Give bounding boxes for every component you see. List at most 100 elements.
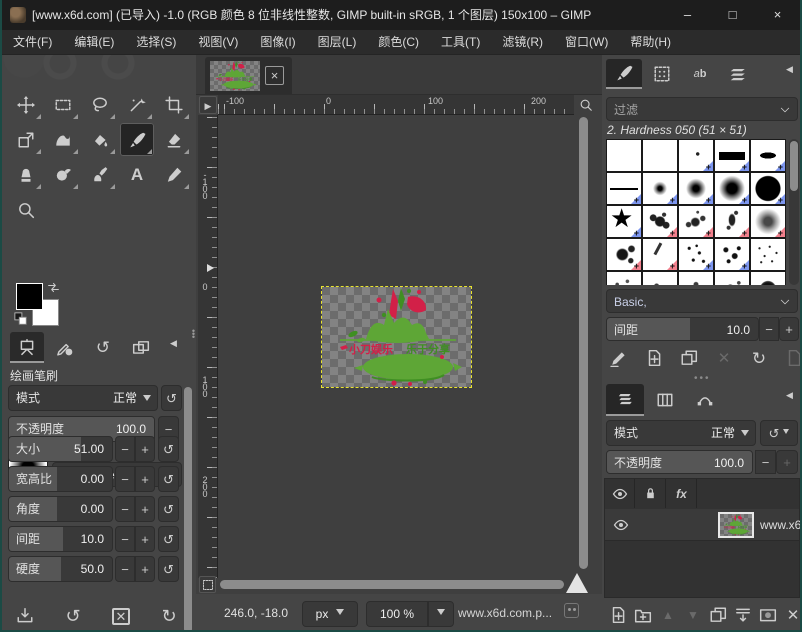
brush-cell-soft2[interactable]: + bbox=[678, 172, 714, 205]
layer-opacity-decrease-button[interactable]: − bbox=[755, 450, 776, 474]
dock-tab-undo-history[interactable]: ↺ bbox=[86, 332, 120, 363]
tab-fonts[interactable]: ab bbox=[682, 59, 718, 89]
horizontal-ruler[interactable]: -1000100200 bbox=[218, 95, 574, 115]
tab-paths[interactable] bbox=[686, 384, 724, 416]
eraser-tool[interactable] bbox=[157, 123, 191, 156]
delete-layer-button[interactable]: ✕ bbox=[781, 603, 802, 627]
dock-menu-right-icon[interactable]: ◀ bbox=[786, 65, 793, 74]
dock-tab-tool-options[interactable] bbox=[10, 332, 44, 363]
zoom-level-input[interactable]: 100 % bbox=[366, 601, 428, 627]
brush-cell-tex2[interactable] bbox=[642, 271, 678, 285]
宽高比-decrease-button[interactable]: − bbox=[115, 466, 135, 492]
menu-c[interactable]: 颜色(C) bbox=[367, 30, 430, 55]
brush-cell-specks[interactable] bbox=[750, 238, 786, 271]
角度-slider[interactable]: 角度0.00 bbox=[8, 496, 113, 522]
brush-cell-splat3[interactable]: + bbox=[714, 205, 750, 238]
move-tool[interactable] bbox=[9, 88, 43, 121]
raise-layer-button[interactable]: ▲ bbox=[656, 603, 680, 627]
brush-cell-splat1[interactable]: + bbox=[642, 205, 678, 238]
硬度-decrease-button[interactable]: − bbox=[115, 556, 135, 582]
save-preset-button[interactable] bbox=[14, 605, 36, 627]
宽高比-reset-button[interactable]: ↺ bbox=[158, 466, 179, 492]
间距-reset-button[interactable]: ↺ bbox=[158, 526, 179, 552]
menu-e[interactable]: 编辑(E) bbox=[63, 30, 125, 55]
大小-decrease-button[interactable]: − bbox=[115, 436, 135, 462]
new-group-button[interactable] bbox=[631, 603, 655, 627]
brush-cell-tex1[interactable] bbox=[606, 271, 642, 285]
paintbrush-tool[interactable] bbox=[120, 123, 154, 156]
quick-mask-toggle[interactable] bbox=[199, 576, 216, 593]
间距-decrease-button[interactable]: − bbox=[115, 526, 135, 552]
reset-preset-button[interactable]: ↻ bbox=[158, 605, 180, 627]
brush-filter-input[interactable]: 过滤 bbox=[606, 97, 798, 121]
warp-tool[interactable] bbox=[46, 123, 80, 156]
merge-down-button[interactable] bbox=[731, 603, 755, 627]
brush-cell-star[interactable]: ★+ bbox=[606, 205, 642, 238]
brush-cell-tex3[interactable] bbox=[678, 271, 714, 285]
new-layer-button[interactable] bbox=[606, 603, 630, 627]
dock-menu-left-icon[interactable]: ◀ bbox=[170, 339, 177, 348]
maximize-button[interactable]: □ bbox=[710, 0, 755, 30]
layer-mode-options-button[interactable]: ↺ bbox=[760, 420, 798, 446]
dock-grip-handle[interactable]: ••• bbox=[694, 373, 711, 384]
swap-colors-icon[interactable] bbox=[47, 281, 60, 294]
paint-mode-dropdown[interactable]: 模式 正常 bbox=[8, 385, 158, 411]
ruler-corner-menu-icon[interactable]: ▶ bbox=[199, 96, 217, 114]
大小-reset-button[interactable]: ↺ bbox=[158, 436, 179, 462]
menu-i[interactable]: 图像(I) bbox=[249, 30, 306, 55]
brush-cell-blobs[interactable]: + bbox=[714, 238, 750, 271]
spacing-decrease-button[interactable]: − bbox=[759, 317, 779, 341]
ink-tool[interactable] bbox=[83, 158, 117, 191]
spacing-increase-button[interactable]: + bbox=[779, 317, 799, 341]
transform-tool[interactable] bbox=[9, 123, 43, 156]
free-select-tool[interactable] bbox=[83, 88, 117, 121]
zoom-follow-icon[interactable] bbox=[577, 96, 595, 114]
image-tab[interactable]: 小刀娱乐 乐于分享 × bbox=[205, 57, 292, 94]
menu-v[interactable]: 视图(V) bbox=[187, 30, 249, 55]
crop-tool[interactable] bbox=[157, 88, 191, 121]
角度-reset-button[interactable]: ↺ bbox=[158, 496, 179, 522]
brush-cell-soft1[interactable]: + bbox=[642, 172, 678, 205]
大小-increase-button[interactable]: + bbox=[135, 436, 155, 462]
tool-options-vscrollbar[interactable] bbox=[184, 387, 192, 632]
canvas-vscrollbar[interactable] bbox=[578, 115, 589, 573]
zoom-dropdown[interactable] bbox=[428, 601, 454, 627]
default-colors-icon[interactable] bbox=[14, 312, 28, 326]
brush-cell-blank[interactable] bbox=[606, 139, 642, 172]
duplicate-layer-button[interactable] bbox=[706, 603, 730, 627]
smudge-tool[interactable] bbox=[46, 158, 80, 191]
zoom-tool[interactable] bbox=[9, 193, 43, 226]
间距-slider[interactable]: 间距10.0 bbox=[8, 526, 113, 552]
fuzzy-select-tool[interactable] bbox=[120, 88, 154, 121]
硬度-increase-button[interactable]: + bbox=[135, 556, 155, 582]
menu-t[interactable]: 工具(T) bbox=[430, 30, 491, 55]
layer-opacity-increase-button[interactable]: + bbox=[776, 450, 798, 474]
clone-tool[interactable] bbox=[9, 158, 43, 191]
reset-mode-button[interactable]: ↺ bbox=[161, 385, 182, 411]
canvas-image[interactable]: 小刀娱乐 乐于分享 bbox=[321, 286, 472, 388]
minimize-button[interactable]: – bbox=[665, 0, 710, 30]
unit-dropdown[interactable]: px bbox=[302, 601, 358, 627]
layer-row[interactable]: 小刀娱乐 乐于分享 www.x6d.com.p bbox=[605, 509, 799, 541]
brush-cell-tex5[interactable] bbox=[750, 271, 786, 285]
brush-spacing-slider[interactable]: 间距 10.0 bbox=[606, 317, 759, 341]
delete-brush-button[interactable]: ✕ bbox=[713, 347, 735, 369]
lower-layer-button[interactable]: ▼ bbox=[681, 603, 705, 627]
brush-cell-pixel[interactable]: + bbox=[678, 139, 714, 172]
layer-visibility-icon[interactable] bbox=[613, 517, 629, 533]
角度-decrease-button[interactable]: − bbox=[115, 496, 135, 522]
宽高比-increase-button[interactable]: + bbox=[135, 466, 155, 492]
duplicate-brush-button[interactable] bbox=[678, 347, 700, 369]
brush-cell-disc[interactable]: + bbox=[750, 172, 786, 205]
close-image-icon[interactable]: × bbox=[265, 66, 284, 85]
tab-brushes[interactable] bbox=[606, 59, 642, 89]
text-tool[interactable]: A bbox=[120, 158, 154, 191]
brush-cell-dots[interactable]: + bbox=[678, 238, 714, 271]
brush-cell-oval[interactable]: + bbox=[750, 139, 786, 172]
open-brush-button[interactable] bbox=[783, 347, 802, 369]
menu-l[interactable]: 图层(L) bbox=[307, 30, 368, 55]
close-button[interactable]: × bbox=[755, 0, 800, 30]
menu-s[interactable]: 选择(S) bbox=[125, 30, 187, 55]
brush-group-dropdown[interactable]: Basic, bbox=[606, 289, 798, 313]
menu-w[interactable]: 窗口(W) bbox=[554, 30, 619, 55]
